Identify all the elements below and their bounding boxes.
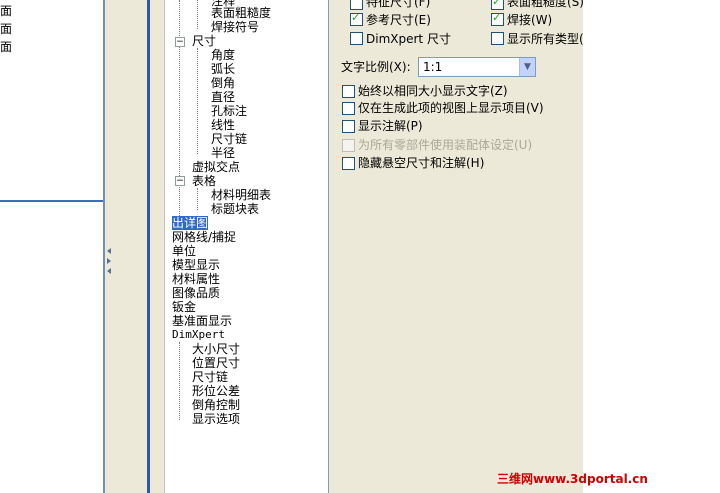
tree-item-tables[interactable]: 表格 — [192, 174, 216, 188]
tree-item-image-quality[interactable]: 图像品质 — [172, 286, 220, 300]
dimxpert-dimensions-checkbox[interactable] — [350, 32, 363, 45]
display-all-types-checkbox[interactable] — [491, 32, 504, 45]
tree-item-model-display[interactable]: 模型显示 — [172, 258, 220, 272]
tree-item-location-dimension[interactable]: 位置尺寸 — [192, 356, 240, 370]
tree-item-title-block[interactable]: 标题块表 — [211, 202, 259, 216]
tree-item-size-dimension[interactable]: 大小尺寸 — [192, 342, 240, 356]
options-tree: − − 注释 表面粗糙度 焊接符号 尺寸 角度 弧长 倒角 直径 孔标注 线性 … — [165, 0, 329, 493]
text-scale-value: 1:1 — [423, 60, 443, 74]
text-scale-select[interactable]: 1:1 ▼ — [418, 57, 536, 77]
tree-item-sheet-metal[interactable]: 钣金 — [172, 300, 196, 314]
tree-item-grid-snap[interactable]: 网格线/捕捉 — [172, 230, 236, 244]
left-list-item[interactable]: 面 — [0, 40, 12, 54]
tree-connector — [179, 0, 180, 222]
dialog-gutter — [150, 0, 165, 493]
text-scale-label: 文字比例(X): — [341, 60, 411, 74]
tree-item-dimensions[interactable]: 尺寸 — [192, 34, 216, 48]
display-annotations-checkbox[interactable] — [342, 120, 355, 133]
same-size-text-label: 始终以相同大小显示文字(Z) — [358, 84, 508, 98]
dimxpert-dimensions-label: DimXpert 尺寸 — [366, 32, 451, 46]
tree-item-chain-dimension[interactable]: 尺寸链 — [192, 370, 228, 384]
use-assembly-setting-checkbox — [342, 139, 355, 152]
feature-dimensions-checkbox[interactable] — [350, 0, 363, 10]
display-in-view-checkbox[interactable] — [342, 102, 355, 115]
tree-item-angle[interactable]: 角度 — [211, 48, 235, 62]
background-area — [583, 0, 720, 493]
feature-dimensions-label: 特征尺寸(F) — [366, 0, 431, 9]
surface-finish-checkbox[interactable] — [491, 0, 504, 10]
same-size-text-checkbox[interactable] — [342, 85, 355, 98]
display-all-types-label: 显示所有类型( — [507, 32, 584, 46]
tree-item-chamfer[interactable]: 倒角 — [211, 76, 235, 90]
tree-item-detailing[interactable]: 出详图 — [172, 216, 209, 230]
hide-dangling-label: 隐藏悬空尺寸和注解(H) — [358, 156, 485, 170]
tree-connector — [197, 48, 198, 154]
reference-dimensions-checkbox[interactable] — [350, 11, 363, 26]
hide-dangling-checkbox[interactable] — [342, 157, 355, 170]
tree-connector — [197, 188, 198, 210]
tree-item-units[interactable]: 单位 — [172, 244, 196, 258]
tree-item-dimxpert[interactable]: DimXpert — [172, 328, 225, 342]
splitter-grip-icon[interactable] — [105, 246, 113, 276]
collapse-icon[interactable]: − — [175, 37, 185, 47]
tree-item-weld-symbols[interactable]: 焊接符号 — [211, 20, 259, 34]
use-assembly-setting-label: 为所有零部件使用装配体设定(U) — [358, 138, 533, 152]
tree-item-material-properties[interactable]: 材料属性 — [172, 272, 220, 286]
tree-item-chain[interactable]: 尺寸链 — [211, 132, 247, 146]
left-list-item[interactable]: 面 — [0, 4, 12, 18]
tree-item-chamfer-controls[interactable]: 倒角控制 — [192, 398, 240, 412]
tree-item-hole-callout[interactable]: 孔标注 — [211, 104, 247, 118]
display-in-view-label: 仅在生成此项的视图上显示项目(V) — [358, 101, 544, 115]
tree-item-radius[interactable]: 半径 — [211, 146, 235, 160]
reference-dimensions-label: 参考尺寸(E) — [366, 13, 431, 27]
chevron-down-icon[interactable]: ▼ — [519, 58, 535, 76]
tree-item-plane-display[interactable]: 基准面显示 — [172, 314, 232, 328]
tree-item-arc-length[interactable]: 弧长 — [211, 62, 235, 76]
left-panel: 面 面 面 — [0, 0, 103, 493]
tree-item-virtual-sharps[interactable]: 虚拟交点 — [192, 160, 240, 174]
tree-connector — [179, 342, 180, 420]
tree-item-linear[interactable]: 线性 — [211, 118, 235, 132]
tree-item-bom[interactable]: 材料明细表 — [211, 188, 271, 202]
welds-label: 焊接(W) — [507, 13, 553, 27]
tree-item-display-options[interactable]: 显示选项 — [192, 412, 240, 426]
tree-connector — [197, 0, 198, 29]
site-watermark: 三维网www.3dportal.cn — [497, 472, 648, 486]
welds-checkbox[interactable] — [491, 11, 504, 26]
left-list-item[interactable]: 面 — [0, 22, 12, 36]
tree-item-surface-finish[interactable]: 表面粗糙度 — [211, 6, 271, 20]
collapse-icon[interactable]: − — [175, 176, 185, 186]
tree-item-geometric-tolerance[interactable]: 形位公差 — [192, 384, 240, 398]
left-divider — [0, 200, 103, 202]
display-annotations-label: 显示注解(P) — [358, 119, 423, 133]
tree-item-diameter[interactable]: 直径 — [211, 90, 235, 104]
surface-finish-label: 表面粗糙度(S) — [507, 0, 584, 9]
